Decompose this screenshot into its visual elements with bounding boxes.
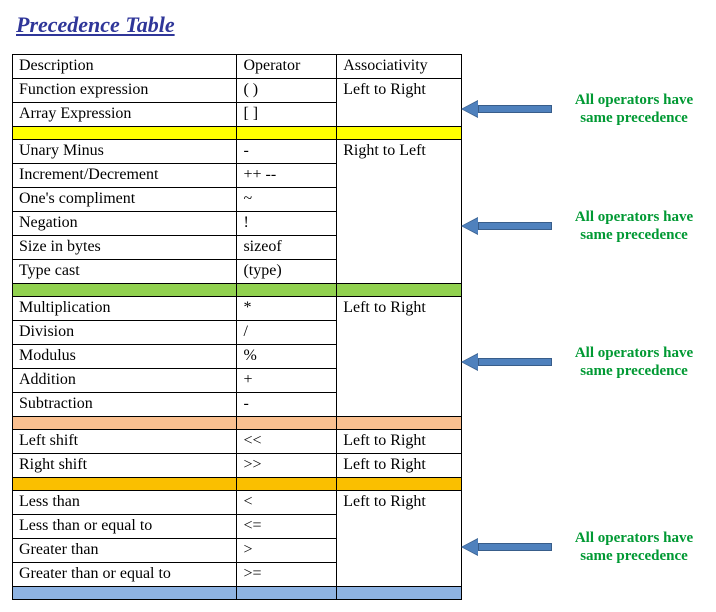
cell-assoc: Left to Right (337, 79, 462, 127)
cell-op: <= (237, 515, 337, 539)
cell-op: % (237, 345, 337, 369)
cell-op: >= (237, 563, 337, 587)
cell-desc: Greater than or equal to (13, 563, 237, 587)
cell-assoc: Left to Right (337, 491, 462, 587)
cell-desc: Less than (13, 491, 237, 515)
separator-row (13, 284, 462, 297)
cell-assoc: Left to Right (337, 297, 462, 417)
cell-assoc: Right to Left (337, 140, 462, 284)
arrow-left-icon (462, 539, 552, 555)
annotation-text: All operators havesame precedence (564, 91, 704, 127)
header-associativity: Associativity (337, 55, 462, 79)
arrow-left-icon (462, 101, 552, 117)
cell-assoc: Left to Right (337, 430, 462, 454)
cell-desc: Subtraction (13, 393, 237, 417)
cell-desc: One's compliment (13, 188, 237, 212)
table-header-row: Description Operator Associativity (13, 55, 462, 79)
separator-row (13, 587, 462, 600)
cell-op: * (237, 297, 337, 321)
cell-desc: Left shift (13, 430, 237, 454)
cell-desc: Less than or equal to (13, 515, 237, 539)
annotation: All operators havesame precedence (462, 91, 704, 127)
table-row: Left shift << Left to Right (13, 430, 462, 454)
table-row: Unary Minus - Right to Left (13, 140, 462, 164)
table-row: Function expression ( ) Left to Right (13, 79, 462, 103)
annotation-text: All operators havesame precedence (564, 208, 704, 244)
cell-desc: Division (13, 321, 237, 345)
annotation-text: All operators havesame precedence (564, 344, 704, 380)
table-row: Multiplication * Left to Right (13, 297, 462, 321)
arrow-left-icon (462, 354, 552, 370)
cell-op: >> (237, 454, 337, 478)
header-description: Description (13, 55, 237, 79)
cell-desc: Type cast (13, 260, 237, 284)
precedence-table: Description Operator Associativity Funct… (12, 54, 462, 600)
cell-op: > (237, 539, 337, 563)
cell-op: / (237, 321, 337, 345)
page-title: Precedence Table (16, 12, 704, 38)
cell-op: ( ) (237, 79, 337, 103)
table-row: Right shift >> Left to Right (13, 454, 462, 478)
cell-desc: Unary Minus (13, 140, 237, 164)
cell-assoc: Left to Right (337, 454, 462, 478)
cell-desc: Increment/Decrement (13, 164, 237, 188)
annotation: All operators havesame precedence (462, 344, 704, 380)
cell-op: - (237, 393, 337, 417)
separator-row (13, 478, 462, 491)
cell-op: (type) (237, 260, 337, 284)
annotation: All operators havesame precedence (462, 529, 704, 565)
cell-op: ++ -- (237, 164, 337, 188)
cell-desc: Array Expression (13, 103, 237, 127)
cell-desc: Addition (13, 369, 237, 393)
header-operator: Operator (237, 55, 337, 79)
table-row: Less than < Left to Right (13, 491, 462, 515)
cell-op: ~ (237, 188, 337, 212)
cell-op: << (237, 430, 337, 454)
cell-desc: Multiplication (13, 297, 237, 321)
cell-op: < (237, 491, 337, 515)
separator-row (13, 127, 462, 140)
cell-op: - (237, 140, 337, 164)
cell-desc: Size in bytes (13, 236, 237, 260)
cell-desc: Function expression (13, 79, 237, 103)
arrow-left-icon (462, 218, 552, 234)
cell-desc: Negation (13, 212, 237, 236)
cell-op: sizeof (237, 236, 337, 260)
cell-op: ! (237, 212, 337, 236)
annotation-text: All operators havesame precedence (564, 529, 704, 565)
annotation: All operators havesame precedence (462, 208, 704, 244)
content-layout: Description Operator Associativity Funct… (12, 54, 704, 600)
cell-op: [ ] (237, 103, 337, 127)
cell-desc: Modulus (13, 345, 237, 369)
cell-desc: Greater than (13, 539, 237, 563)
separator-row (13, 417, 462, 430)
cell-op: + (237, 369, 337, 393)
cell-desc: Right shift (13, 454, 237, 478)
